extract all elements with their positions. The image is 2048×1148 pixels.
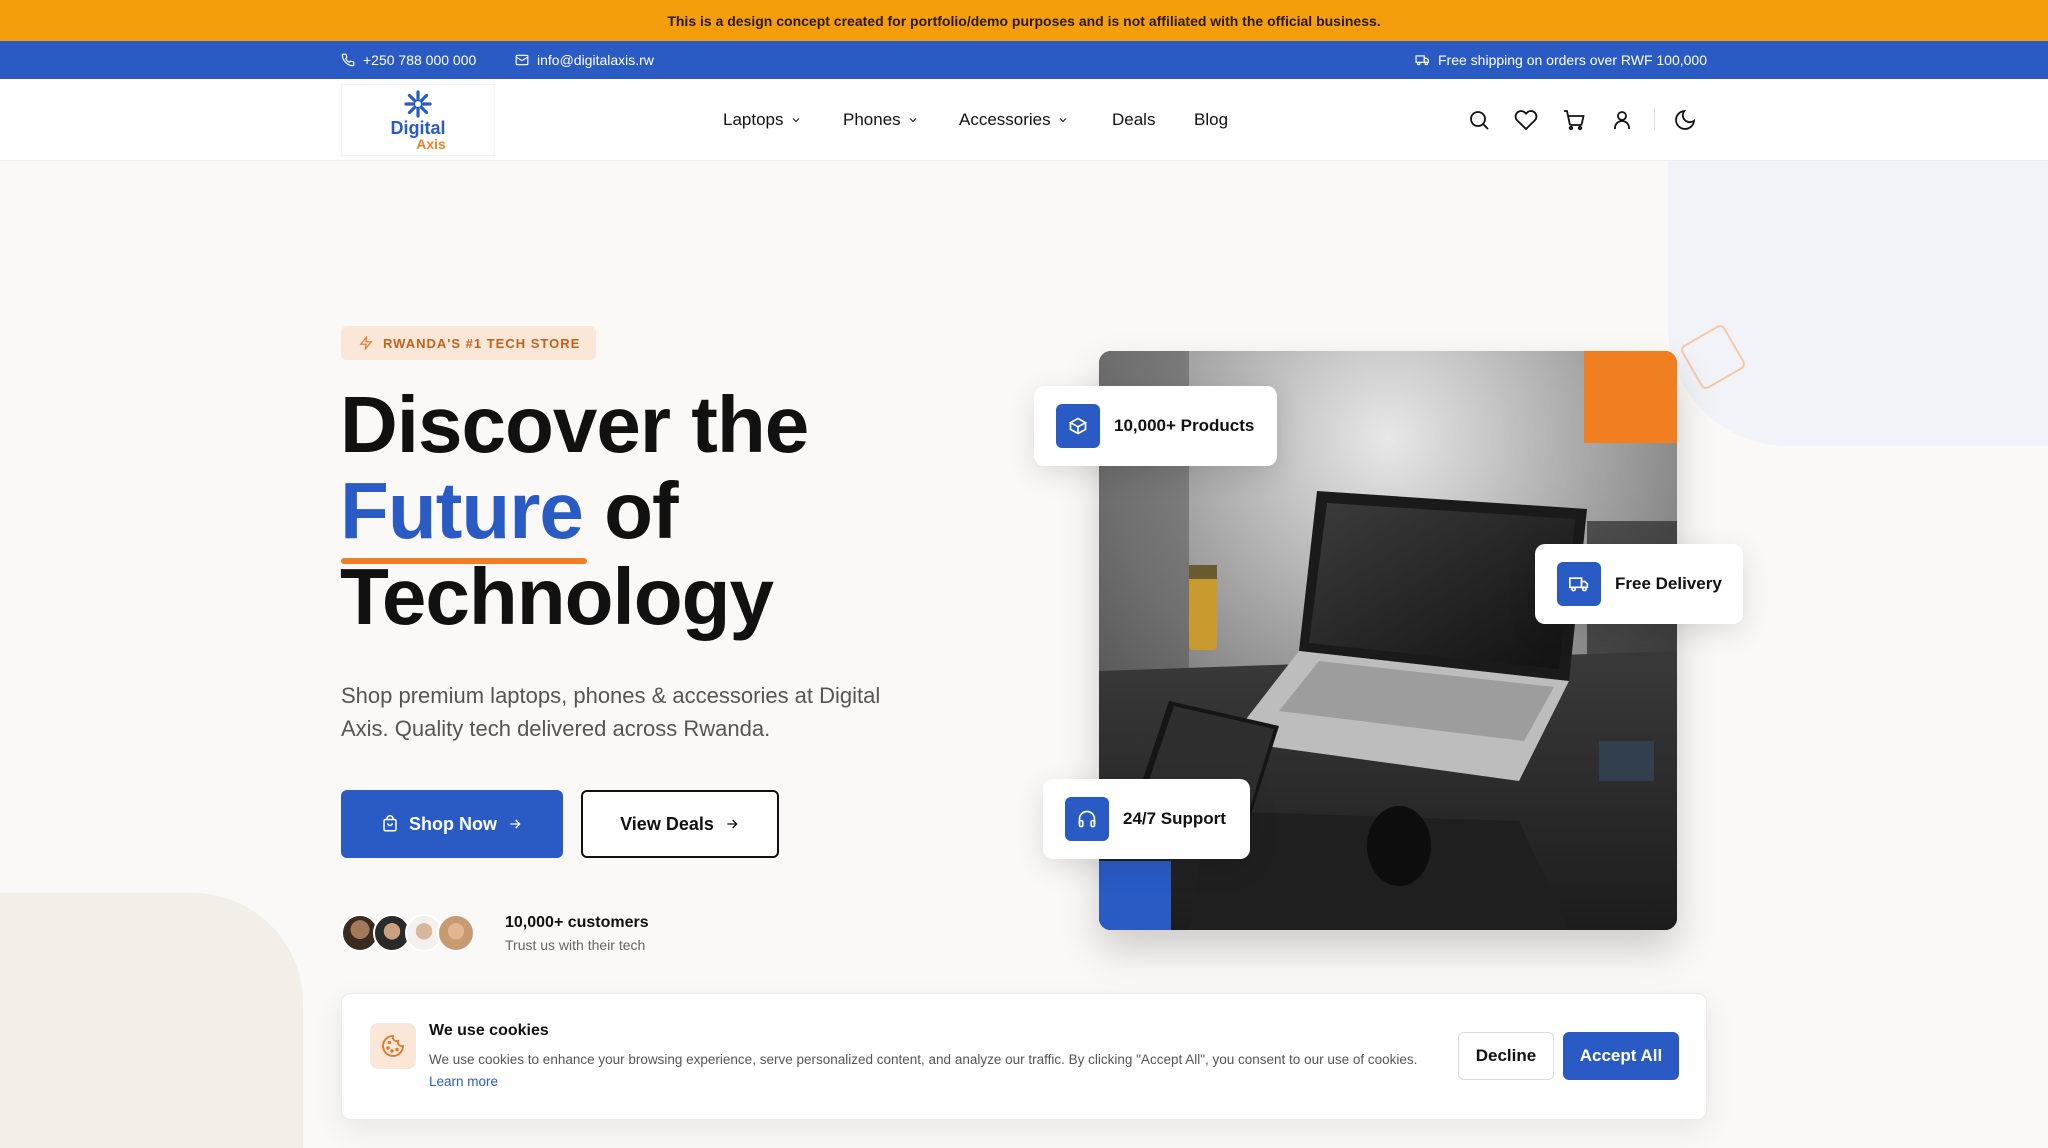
support-stat-label: 24/7 Support [1123, 809, 1226, 828]
products-stat-card: 10,000+ Products [1034, 386, 1277, 466]
cookie-title: We use cookies [429, 1022, 549, 1039]
nav-item-blog[interactable]: Blog [1194, 79, 1228, 161]
nav-item-accessories[interactable]: Accessories [959, 79, 1069, 161]
nav-label: Phones [843, 110, 901, 129]
user-icon[interactable] [1610, 108, 1634, 132]
shipping-notice: Free shipping on orders over RWF 100,000 [1415, 41, 1707, 79]
email-text: info@digitalaxis.rw [537, 52, 654, 68]
site-logo[interactable]: Digital Axis [342, 85, 494, 155]
shopping-bag-icon [381, 815, 399, 833]
nav-label: Blog [1194, 110, 1229, 129]
nav-item-deals[interactable]: Deals [1112, 79, 1155, 161]
nav-label: Deals [1112, 110, 1156, 129]
chevron-down-icon [1057, 114, 1069, 126]
disclaimer-banner: This is a design concept created for por… [0, 0, 2048, 41]
cookie-body: We use cookies to enhance your browsing … [429, 1052, 1418, 1067]
email-contact[interactable]: info@digitalaxis.rw [515, 41, 654, 79]
products-stat-label: 10,000+ Products [1114, 416, 1255, 435]
headline-line-2: Future of [340, 468, 808, 554]
background-shape-right [1668, 161, 2048, 446]
background-shape-left [0, 893, 303, 1148]
nav-item-phones[interactable]: Phones [843, 79, 919, 161]
phone-text: +250 788 000 000 [363, 52, 477, 68]
cart-icon[interactable] [1562, 108, 1586, 132]
headline-line-1: Discover the [340, 380, 809, 469]
cookie-text: We use cookies to enhance your browsing … [429, 1049, 1429, 1093]
delivery-stat-label: Free Delivery [1615, 574, 1722, 593]
chevron-down-icon [790, 114, 802, 126]
headline-accent: Future [340, 466, 584, 555]
decline-button[interactable]: Decline [1458, 1032, 1554, 1080]
support-stat-card: 24/7 Support [1043, 779, 1250, 859]
nav-label: Laptops [723, 110, 784, 129]
headline-of: of [582, 466, 679, 555]
phone-contact[interactable]: +250 788 000 000 [341, 41, 476, 79]
view-deals-button[interactable]: View Deals [581, 790, 779, 858]
logo-text-primary: Digital [390, 118, 446, 138]
social-proof-title: 10,000+ customers [505, 914, 649, 931]
bolt-icon [359, 336, 373, 350]
header-divider [1654, 108, 1655, 130]
cookie-banner: We use cookies We use cookies to enhance… [341, 993, 1707, 1120]
phone-icon [341, 53, 355, 67]
logo-text-secondary: Axis [416, 136, 446, 152]
social-proof-subtitle: Trust us with their tech [505, 937, 646, 953]
cookie-icon [370, 1023, 416, 1069]
learn-more-link[interactable]: Learn more [429, 1074, 498, 1089]
delivery-stat-card: Free Delivery [1535, 544, 1743, 624]
search-icon[interactable] [1467, 108, 1491, 132]
avatar [437, 914, 475, 952]
shop-now-label: Shop Now [409, 813, 497, 834]
moon-icon[interactable] [1673, 108, 1697, 132]
shipping-text: Free shipping on orders over RWF 100,000 [1438, 52, 1707, 68]
arrow-right-icon [724, 816, 740, 832]
disclaimer-text: This is a design concept created for por… [667, 12, 1381, 29]
hero-subtitle: Shop premium laptops, phones & accessori… [341, 683, 881, 741]
nav-item-laptops[interactable]: Laptops [723, 79, 802, 161]
chevron-down-icon [907, 114, 919, 126]
nav-label: Accessories [959, 110, 1051, 129]
headline-line-3: Technology [340, 552, 774, 641]
headphones-icon [1065, 797, 1109, 841]
headline-underline [341, 558, 587, 564]
hero-headline: Discover the Future of Technology [340, 380, 809, 641]
shop-now-button[interactable]: Shop Now [341, 790, 563, 858]
customer-avatars [341, 914, 481, 954]
hero-badge: RWANDA'S #1 TECH STORE [341, 326, 596, 360]
mail-icon [515, 53, 529, 67]
top-info-bar: +250 788 000 000 info@digitalaxis.rw Fre… [0, 41, 2048, 79]
accept-all-button[interactable]: Accept All [1563, 1032, 1679, 1080]
view-deals-label: View Deals [620, 813, 714, 834]
heart-icon[interactable] [1514, 108, 1538, 132]
truck-icon [1415, 53, 1430, 67]
box-icon [1056, 404, 1100, 448]
site-header: Digital Axis Laptops Phones Accessories … [0, 79, 2048, 161]
hero-badge-text: RWANDA'S #1 TECH STORE [383, 335, 581, 351]
truck-icon [1557, 562, 1601, 606]
arrow-right-icon [507, 816, 523, 832]
logo-mark-icon [403, 89, 433, 119]
